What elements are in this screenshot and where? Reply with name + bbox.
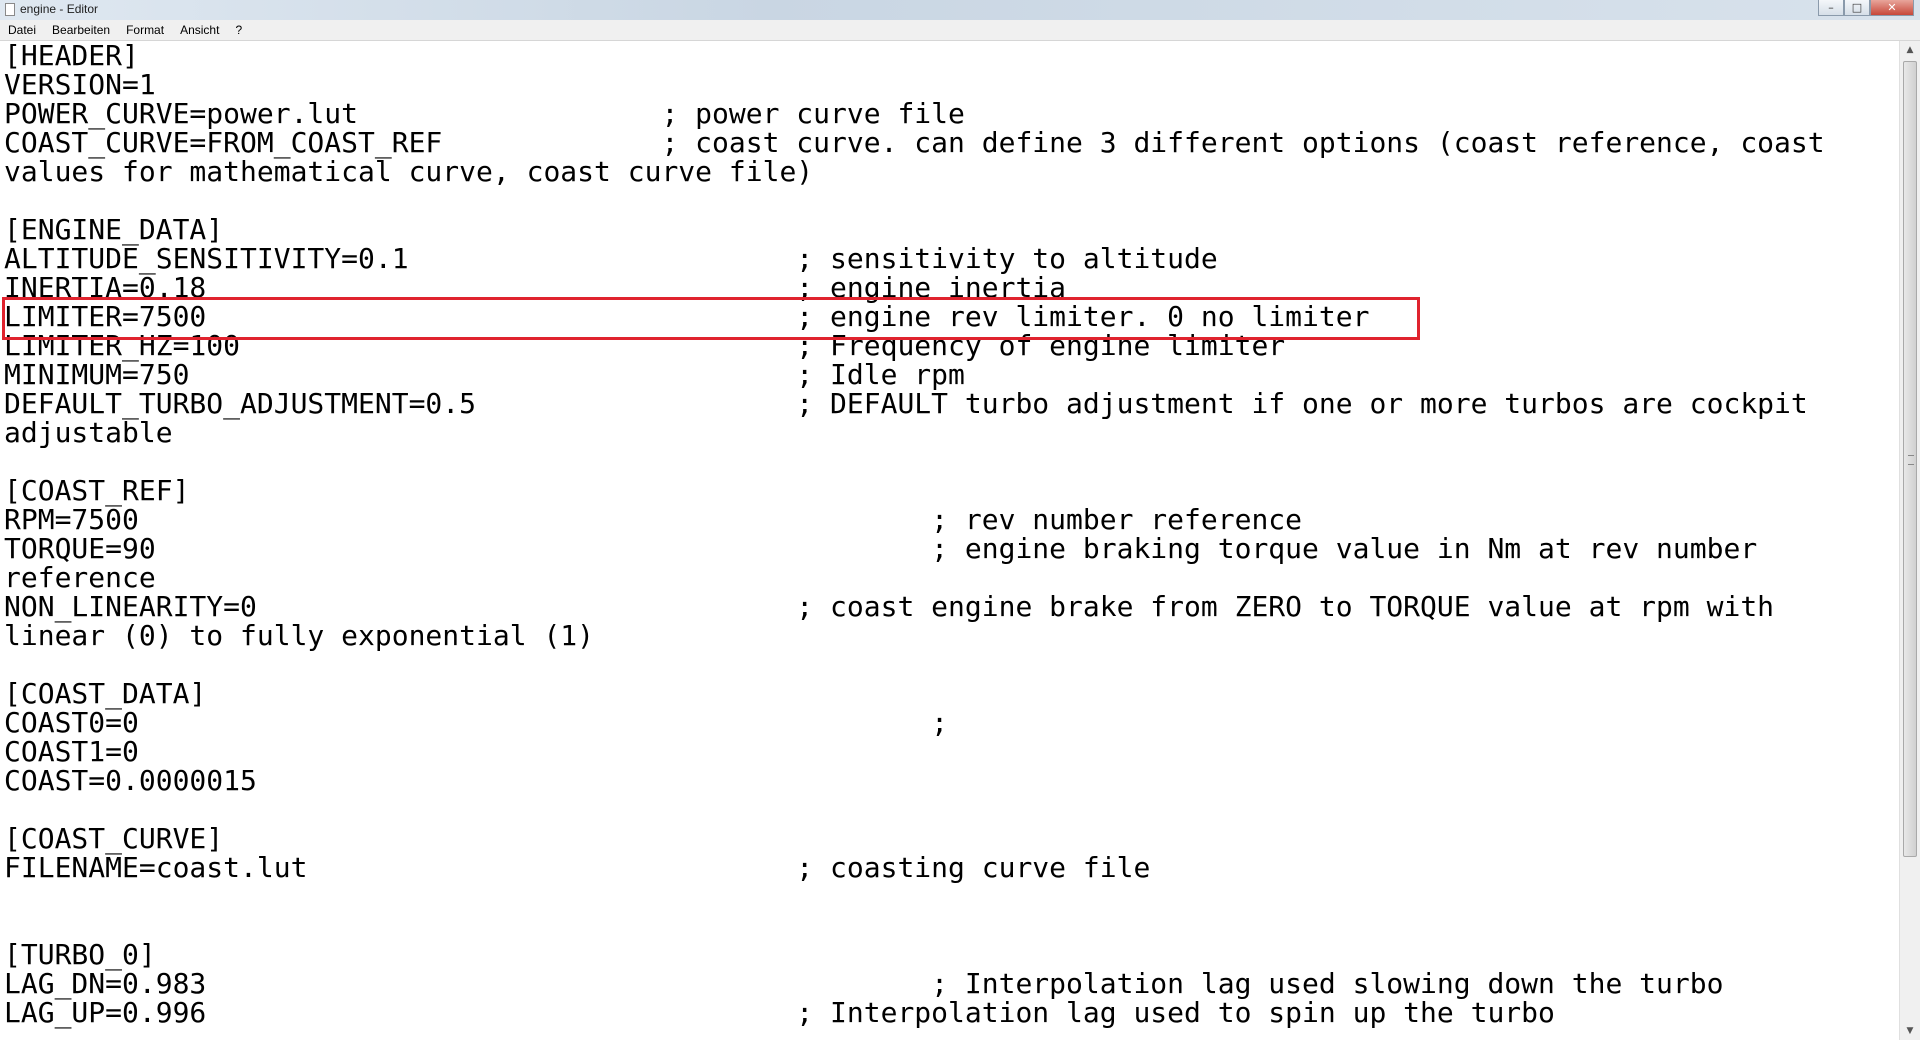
menu-item-bearbeiten[interactable]: Bearbeiten xyxy=(44,23,118,37)
text-line: LAG_UP=0.996 ; Interpolation lag used to… xyxy=(4,996,1555,1029)
text-line: COAST=0.0000015 xyxy=(4,764,257,797)
text-line: values for mathematical curve, coast cur… xyxy=(4,155,814,188)
menu-item-format[interactable]: Format xyxy=(118,23,172,37)
menu-bar: Datei Bearbeiten Format Ansicht ? xyxy=(0,20,1920,41)
close-button[interactable]: ✕ xyxy=(1870,0,1914,16)
editor-text[interactable]: [HEADER] VERSION=1 POWER_CURVE=power.lut… xyxy=(0,41,1899,1027)
scrollbar-thumb[interactable] xyxy=(1903,61,1917,857)
vertical-scrollbar[interactable]: ▲ ▼ xyxy=(1899,41,1920,1040)
text-line: FILENAME=coast.lut ; coasting curve file xyxy=(4,851,1151,884)
notepad-icon xyxy=(5,3,15,16)
maximize-button[interactable]: □ xyxy=(1844,0,1870,16)
menu-item-ansicht[interactable]: Ansicht xyxy=(172,23,227,37)
text-editor-area[interactable]: [HEADER] VERSION=1 POWER_CURVE=power.lut… xyxy=(0,41,1899,1040)
text-line: adjustable xyxy=(4,416,173,449)
text-line: TORQUE=90 ; engine braking torque value … xyxy=(4,532,1758,565)
menu-item-datei[interactable]: Datei xyxy=(0,23,44,37)
window-title: engine - Editor xyxy=(20,2,99,16)
text-line: DEFAULT_TURBO_ADJUSTMENT=0.5 ; DEFAULT t… xyxy=(4,387,1808,420)
minimize-button[interactable]: – xyxy=(1818,0,1844,16)
scroll-down-arrow-icon[interactable]: ▼ xyxy=(1900,1022,1920,1040)
text-line: COAST0=0 ; xyxy=(4,706,949,739)
scroll-up-arrow-icon[interactable]: ▲ xyxy=(1900,41,1920,59)
window-controls: – □ ✕ xyxy=(1818,0,1914,17)
text-line: linear (0) to fully exponential (1) xyxy=(4,619,595,652)
scrollbar-grip-icon xyxy=(1908,455,1914,465)
title-bar[interactable]: engine - Editor – □ ✕ xyxy=(0,0,1920,21)
menu-item-help[interactable]: ? xyxy=(227,23,250,37)
